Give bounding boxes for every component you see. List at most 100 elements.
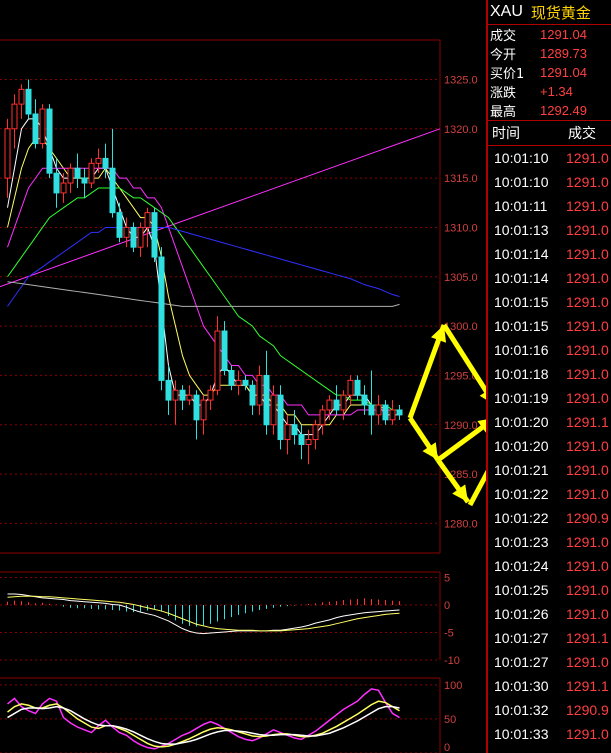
- candle-body: [221, 330, 228, 371]
- candle-body: [326, 399, 333, 411]
- tick-row: 10:01:10 1291.0: [488, 146, 611, 170]
- quote-value: 1291.04: [540, 27, 587, 42]
- kline-chart[interactable]: 1325.01320.01315.01310.01305.01300.01295…: [0, 0, 486, 753]
- quote-row-bid: 买价1 1291.04: [488, 63, 611, 82]
- candle-body: [11, 103, 18, 130]
- candle-body: [60, 182, 67, 194]
- kline-chart-area[interactable]: 1325.0 1320.0 1315.0 1310.0 1305.0 1300.0 1295…: [0, 0, 486, 753]
- y-tick-label: -5: [444, 628, 454, 640]
- candle-body: [354, 379, 361, 396]
- candle-body: [207, 389, 214, 401]
- y-tick-label: 1310.0: [444, 222, 478, 234]
- tick-time: 10:01:30: [494, 678, 549, 694]
- tick-price: 1290.9: [566, 702, 609, 718]
- y-tick-label: 100: [444, 680, 462, 692]
- candle-body: [18, 88, 25, 105]
- tick-row: 10:01:27 1291.1: [488, 626, 611, 650]
- quote-value: 1292.49: [540, 103, 587, 118]
- candle-body: [263, 374, 270, 426]
- quote-row-last: 成交 1291.04: [488, 25, 611, 44]
- tick-row: 10:01:22 1290.9: [488, 506, 611, 530]
- candle-body: [228, 369, 235, 386]
- tick-row: 10:01:15 1291.0: [488, 314, 611, 338]
- candle-body: [375, 404, 382, 416]
- candle-body: [249, 384, 256, 406]
- symbol-name: 现货黄金: [530, 3, 591, 22]
- tick-row: 10:01:19 1291.0: [488, 386, 611, 410]
- candle-body: [361, 394, 368, 406]
- candle-body: [256, 374, 263, 406]
- candle-body: [32, 113, 39, 145]
- tick-price: 1291.0: [566, 558, 609, 574]
- tick-row: 10:01:16 1291.0: [488, 338, 611, 362]
- candle-body: [46, 108, 53, 174]
- y-tick-label: 1325.0: [444, 74, 478, 86]
- symbol-code: XAU: [490, 3, 523, 20]
- candle-body: [172, 389, 179, 401]
- tick-price: 1291.0: [566, 438, 609, 454]
- candle-body: [298, 434, 305, 445]
- quote-label: 最高: [490, 105, 517, 120]
- tick-time: 10:01:20: [494, 438, 549, 454]
- candle-body: [102, 157, 109, 169]
- candle-body: [81, 177, 88, 184]
- tick-row: 10:01:20 1291.0: [488, 434, 611, 458]
- tick-time: 10:01:11: [494, 198, 548, 214]
- ticks-header-trade: 成交: [568, 126, 596, 142]
- tick-price: 1291.0: [566, 174, 609, 190]
- tick-price: 1291.0: [566, 246, 609, 262]
- tick-row: 10:01:14 1291.0: [488, 242, 611, 266]
- y-tick-label: 1290.0: [444, 420, 478, 432]
- quote-label: 买价1: [490, 67, 525, 82]
- candle-body: [312, 424, 319, 441]
- candle-body: [165, 379, 172, 401]
- candle-body: [193, 394, 200, 421]
- tick-price: 1291.0: [566, 366, 609, 382]
- tick-row: 10:01:24 1291.0: [488, 554, 611, 578]
- annotation-arrow-shaft: [467, 469, 486, 507]
- tick-time: 10:01:21: [494, 462, 549, 478]
- candle-body: [242, 379, 249, 386]
- tick-price: 1291.0: [566, 534, 609, 550]
- y-tick-label: 1305.0: [444, 272, 478, 284]
- candle-body: [347, 379, 354, 396]
- candle-body: [340, 394, 347, 411]
- candle-body: [389, 409, 396, 421]
- tick-price: 1291.0: [566, 462, 609, 478]
- y-tick-label: 5: [444, 573, 450, 585]
- tick-time: 10:01:19: [494, 390, 549, 406]
- tick-time: 10:01:15: [494, 294, 549, 310]
- candle-body: [319, 409, 326, 426]
- tick-row: 10:01:15 1291.0: [488, 290, 611, 314]
- tick-price: 1291.0: [566, 294, 609, 310]
- tick-price: 1291.0: [566, 198, 609, 214]
- ticks-header-time: 时间: [492, 126, 520, 142]
- quote-value: 1291.04: [540, 65, 587, 80]
- tick-price: 1291.0: [566, 486, 609, 502]
- tick-price: 1291.0: [566, 318, 609, 334]
- tick-price: 1290.9: [566, 510, 609, 526]
- tick-row: 10:01:23 1291.0: [488, 530, 611, 554]
- tick-row: 10:01:26 1291.0: [488, 602, 611, 626]
- tick-list[interactable]: 10:01:10 1291.0 10:01:10 1291.0 10:01:11 1291…: [488, 146, 611, 746]
- candle-body: [368, 404, 375, 416]
- tick-time: 10:01:27: [494, 654, 549, 670]
- y-tick-label: 0: [444, 600, 450, 612]
- candle-body: [39, 108, 46, 145]
- candle-body: [25, 88, 32, 115]
- ma-line: [7, 281, 400, 307]
- tick-row: 10:01:32 1290.9: [488, 698, 611, 722]
- tick-row: 10:01:30 1291.1: [488, 674, 611, 698]
- tick-row: 10:01:18 1291.0: [488, 362, 611, 386]
- tick-time: 10:01:23: [494, 534, 549, 550]
- quote-panel: XAU 现货黄金 成交 1291.04 今开 1289.73 买价1 1291.…: [486, 0, 611, 753]
- quote-label: 今开: [490, 48, 517, 63]
- tick-price: 1291.0: [566, 270, 609, 286]
- candle-body: [116, 212, 123, 238]
- candle-body: [235, 379, 242, 386]
- tick-time: 10:01:16: [494, 342, 549, 358]
- quote-header: XAU 现货黄金: [488, 0, 611, 25]
- tick-time: 10:01:33: [494, 726, 549, 742]
- candle-body: [74, 167, 81, 179]
- y-tick-label: 1320.0: [444, 124, 478, 136]
